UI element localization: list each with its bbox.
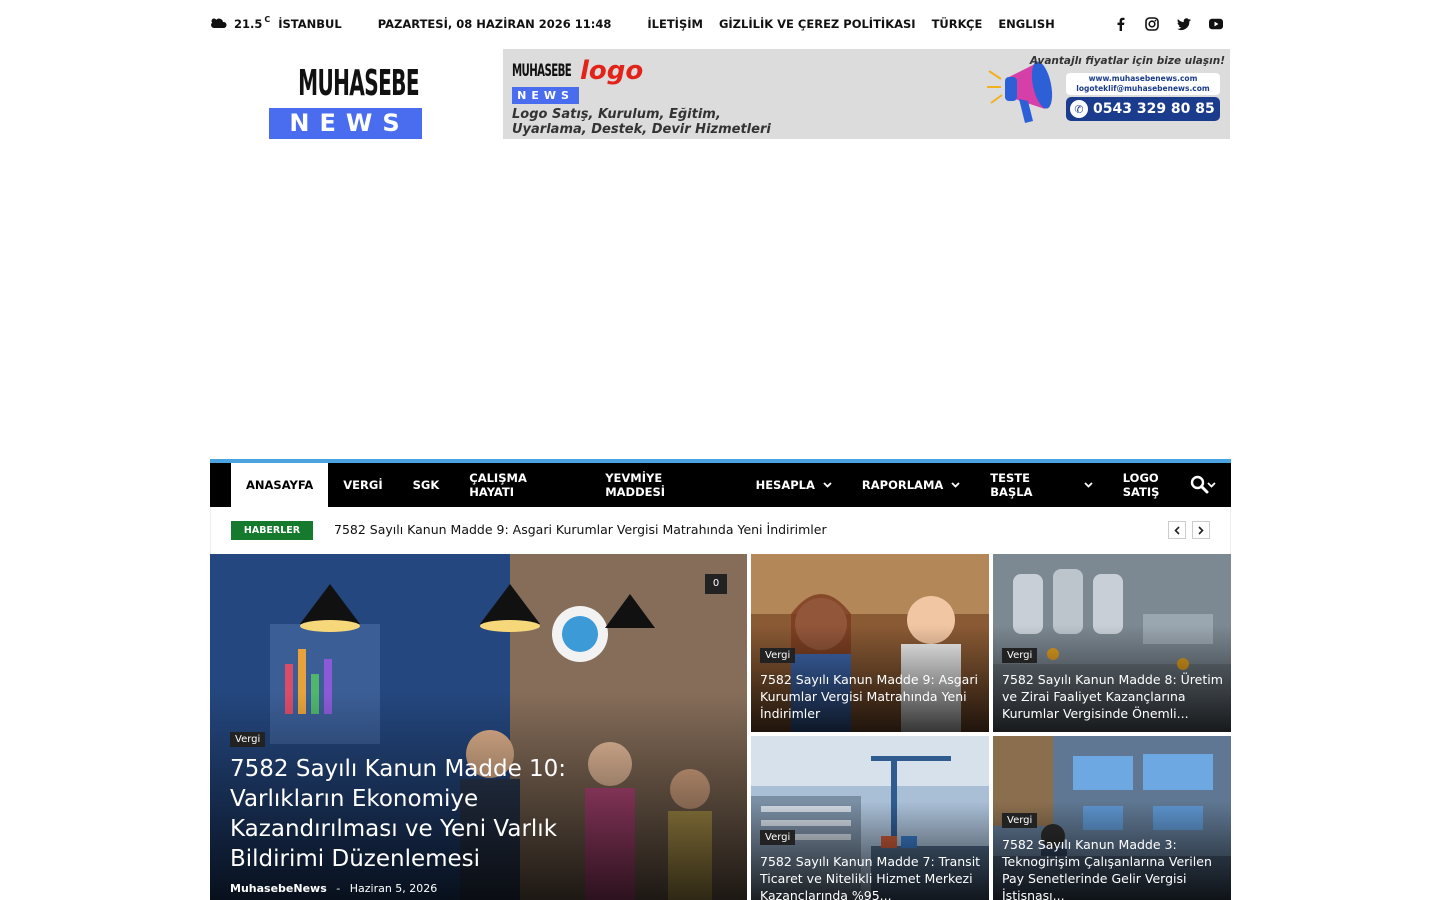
category-tag[interactable]: Vergi [760, 830, 796, 845]
instagram-icon[interactable] [1145, 17, 1159, 31]
top-link-privacy[interactable]: GİZLİLİK VE ÇEREZ POLİTİKASI [719, 17, 916, 31]
chevron-down-icon [823, 482, 832, 488]
weather-cloud-icon [211, 18, 227, 28]
banner-contact-box: www.muhasebenews.com logoteklif@muhasebe… [1066, 73, 1220, 95]
banner-email: logoteklif@muhasebenews.com [1076, 84, 1210, 93]
banner-website: www.muhasebenews.com [1088, 74, 1198, 83]
featured-title[interactable]: 7582 Sayılı Kanun Madde 10: Varlıkların … [230, 754, 650, 874]
top-link-contact[interactable]: İLETİŞİM [647, 17, 703, 31]
category-tag[interactable]: Vergi [1002, 648, 1038, 663]
nav-item-hesapla[interactable]: HESAPLA [741, 463, 847, 507]
article-tile[interactable]: Vergi 7582 Sayılı Kanun Madde 9: Asgari … [751, 554, 989, 732]
nav-item-label: VERGİ [343, 478, 383, 492]
article-title[interactable]: 7582 Sayılı Kanun Madde 8: Üretim ve Zir… [1002, 671, 1224, 722]
weather-widget: 21.5 C İSTANBUL [210, 14, 342, 31]
logo-wordmark: MUHASEBE [298, 63, 420, 104]
nav-item-label: ÇALIŞMA HAYATI [469, 471, 527, 499]
featured-meta: MuhasebeNews - Haziran 5, 2026 [230, 882, 437, 895]
article-tile[interactable]: Vergi 7582 Sayılı Kanun Madde 8: Üretim … [993, 554, 1231, 732]
banner-brand-muhasebe: MUHASEBE [512, 61, 572, 81]
current-date: PAZARTESİ, 08 HAZİRAN 2026 11:48 [377, 17, 612, 31]
banner-tagline-line2: Uyarlama, Destek, Devir Hizmetleri [512, 122, 771, 137]
meta-separator: - [336, 882, 341, 895]
featured-author[interactable]: MuhasebeNews [230, 882, 327, 895]
top-link-turkish[interactable]: TÜRKÇE [932, 17, 983, 31]
nav-item-sgk[interactable]: SGK [398, 463, 455, 507]
banner-tagline: Logo Satış, Kurulum, Eğitim, Uyarlama, D… [512, 107, 771, 137]
twitter-icon[interactable] [1177, 17, 1191, 31]
nav-item-teste-basla[interactable]: TESTE BAŞLA [975, 463, 1107, 507]
nav-item-label: SGK [412, 478, 440, 492]
category-tag[interactable]: Vergi [1002, 813, 1038, 828]
nav-item-label: YEVMİYE MADDESİ [605, 471, 666, 499]
temperature: 21.5 [234, 17, 263, 31]
temperature-unit: C [264, 14, 271, 24]
nav-item-label: TESTE BAŞLA [990, 471, 1033, 499]
megaphone-icon [987, 61, 1053, 123]
category-tag[interactable]: Vergi [760, 648, 796, 663]
ticker-prev-button[interactable] [1168, 521, 1186, 539]
banner-phone: ✆ 0543 329 80 85 [1066, 97, 1220, 121]
chevron-right-icon [1198, 525, 1204, 535]
logo-news: NEWS [269, 108, 422, 139]
article-title[interactable]: 7582 Sayılı Kanun Madde 9: Asgari Kuruml… [760, 671, 982, 722]
featured-date: Haziran 5, 2026 [349, 882, 438, 895]
featured-article[interactable]: 0 Vergi 7582 Sayılı Kanun Madde 10: Varl… [210, 554, 747, 900]
nav-item-raporlama[interactable]: RAPORLAMA [847, 463, 975, 507]
banner-brand-news: NEWS [512, 87, 579, 104]
ticker-badge: HABERLER [231, 521, 313, 540]
chevron-down-icon [951, 482, 960, 488]
article-tile[interactable]: Vergi 7582 Sayılı Kanun Madde 3: Teknogi… [993, 736, 1231, 900]
youtube-icon[interactable] [1209, 17, 1223, 31]
search-icon[interactable] [1190, 475, 1209, 494]
banner-advert-text: Avantajlı fiyatlar için bize ulaşın! [1029, 55, 1225, 67]
banner-brand: MUHASEBE logo [512, 56, 644, 86]
category-tag[interactable]: Vergi [230, 732, 266, 747]
nav-item-label: RAPORLAMA [861, 478, 944, 492]
nav-item-label: ANASAYFA [246, 478, 314, 492]
banner-phone-number: 0543 329 80 85 [1093, 101, 1215, 117]
ticker-next-button[interactable] [1192, 521, 1210, 539]
news-ticker: HABERLER 7582 Sayılı Kanun Madde 9: Asga… [210, 507, 1231, 554]
banner-logo-brand: logo [580, 56, 644, 86]
chevron-left-icon [1174, 525, 1180, 535]
banner-tagline-line1: Logo Satış, Kurulum, Eğitim, [512, 107, 721, 122]
nav-item-yevmiye-maddesi[interactable]: YEVMİYE MADDESİ [590, 463, 740, 507]
nav-item-calisma-hayati[interactable]: ÇALIŞMA HAYATI [454, 463, 590, 507]
article-title[interactable]: 7582 Sayılı Kanun Madde 3: Teknogirişim … [1002, 836, 1224, 900]
main-navigation: ANASAYFA VERGİ SGK ÇALIŞMA HAYATI YEVMİY… [210, 459, 1231, 507]
article-tile[interactable]: Vergi 7582 Sayılı Kanun Madde 7: Transit… [751, 736, 989, 900]
facebook-icon[interactable] [1113, 17, 1127, 31]
nav-item-label: LOGO SATIŞ [1122, 471, 1160, 499]
nav-item-vergi[interactable]: VERGİ [328, 463, 397, 507]
comment-count[interactable]: 0 [705, 574, 727, 594]
top-bar: 21.5 C İSTANBUL PAZARTESİ, 08 HAZİRAN 20… [210, 12, 1231, 36]
nav-item-logo-satis[interactable]: LOGO SATIŞ [1108, 463, 1231, 507]
site-logo[interactable]: MUHASEBE NEWS [269, 64, 422, 139]
ticker-controls [1168, 521, 1210, 539]
ticker-headline[interactable]: 7582 Sayılı Kanun Madde 9: Asgari Kuruml… [334, 522, 827, 537]
social-links [1113, 17, 1231, 31]
phone-icon: ✆ [1070, 100, 1088, 118]
top-link-english[interactable]: ENGLISH [998, 17, 1054, 31]
article-title[interactable]: 7582 Sayılı Kanun Madde 7: Transit Ticar… [760, 853, 982, 900]
weather-city: İSTANBUL [278, 17, 342, 31]
top-links: İLETİŞİM GİZLİLİK VE ÇEREZ POLİTİKASI TÜ… [647, 17, 1054, 31]
nav-item-anasayfa[interactable]: ANASAYFA [231, 463, 329, 507]
ad-banner[interactable]: MUHASEBE logo NEWS Logo Satış, Kurulum, … [503, 49, 1230, 139]
nav-item-label: HESAPLA [755, 478, 815, 492]
chevron-down-icon [1084, 482, 1093, 488]
